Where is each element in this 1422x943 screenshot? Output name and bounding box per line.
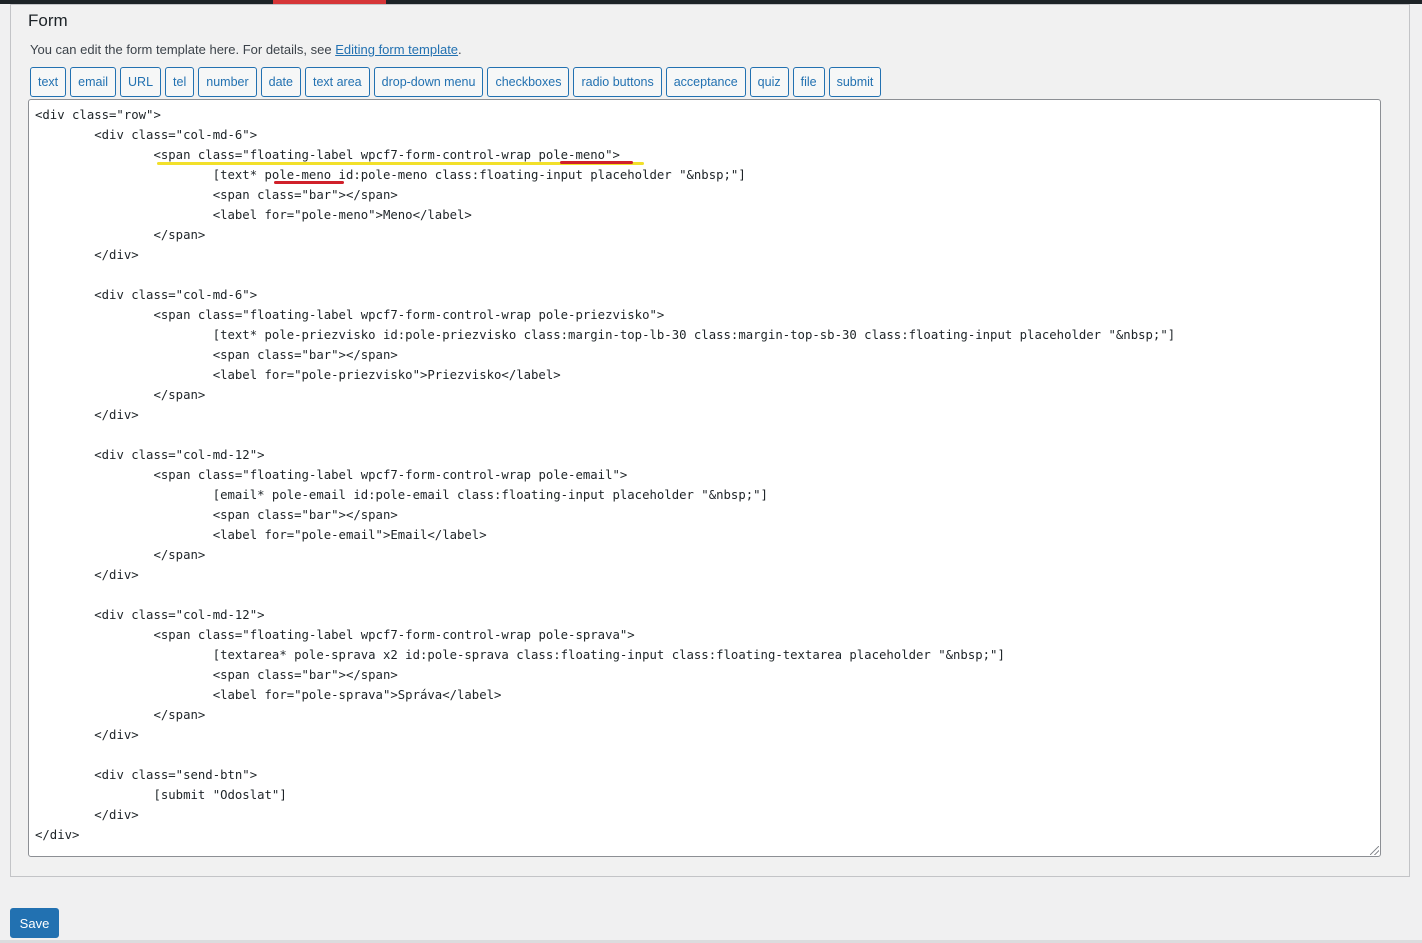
form-template-editor[interactable]: <div class="row"> <div class="col-md-6">… [28,99,1381,857]
tag-button-file[interactable]: file [792,67,825,97]
tag-button-quiz[interactable]: quiz [749,67,789,97]
tag-button-radio-buttons[interactable]: radio buttons [573,67,662,97]
tag-generator-toolbar: text email URL tel number date text area… [30,67,885,97]
tag-button-submit[interactable]: submit [828,67,882,97]
tag-button-drop-down-menu[interactable]: drop-down menu [373,67,484,97]
tag-button-email[interactable]: email [70,67,117,97]
form-panel: Form You can edit the form template here… [10,4,1410,877]
panel-description: You can edit the form template here. For… [30,42,462,57]
tag-button-date[interactable]: date [260,67,301,97]
description-text: You can edit the form template here. For… [30,42,336,57]
tag-button-number[interactable]: number [198,67,257,97]
editing-form-template-link[interactable]: Editing form template [335,42,458,57]
red-underline-highlight [274,181,344,184]
panel-title: Form [28,11,68,30]
tag-button-url[interactable]: URL [120,67,162,97]
tag-button-checkboxes[interactable]: checkboxes [487,67,570,97]
tag-button-acceptance[interactable]: acceptance [665,67,746,97]
resize-handle-icon[interactable] [1370,846,1379,855]
tag-button-text[interactable]: text [30,67,67,97]
description-suffix: . [458,42,462,57]
red-underline-highlight [560,161,633,164]
form-template-code[interactable]: <div class="row"> <div class="col-md-6">… [29,100,1380,850]
save-button[interactable]: Save [10,908,59,938]
tag-button-tel[interactable]: tel [165,67,195,97]
tag-button-text-area[interactable]: text area [304,67,370,97]
